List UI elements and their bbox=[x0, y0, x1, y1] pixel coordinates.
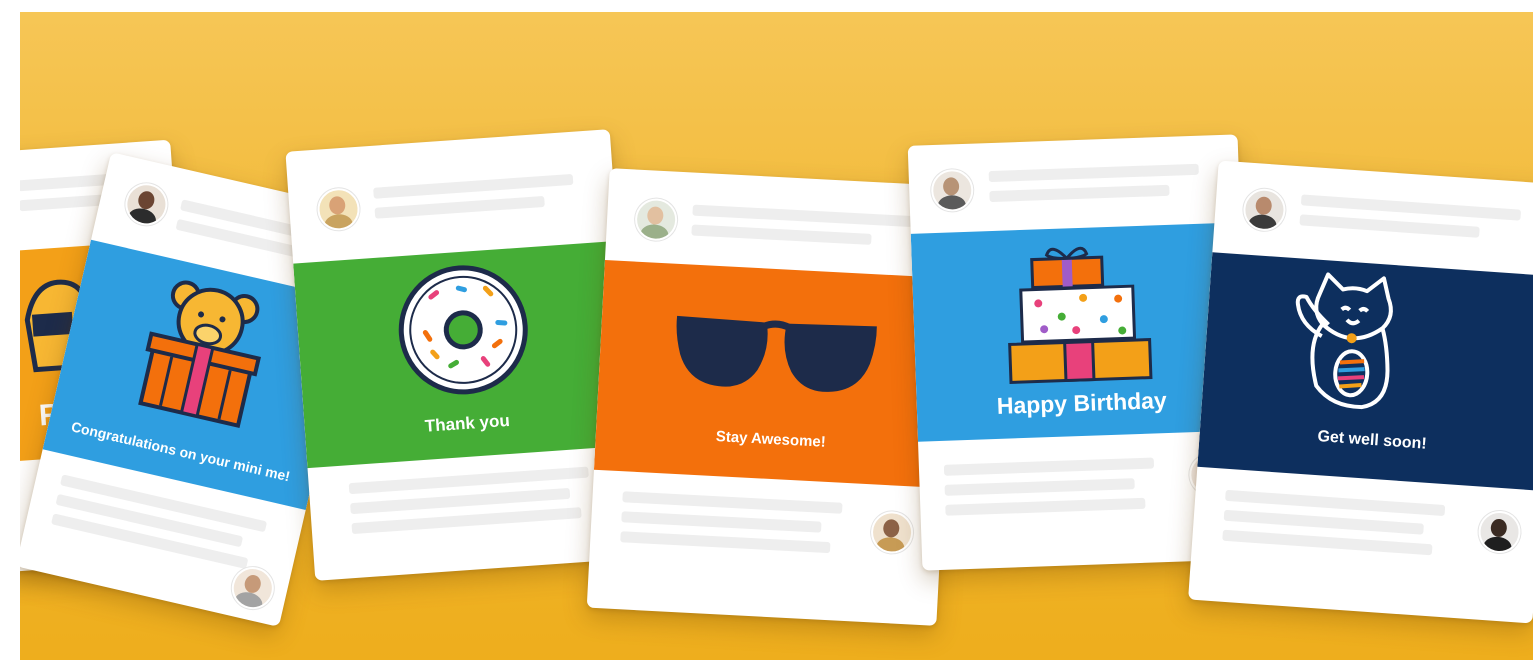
card-message: Stay Awesome! bbox=[715, 428, 827, 451]
avatar bbox=[634, 197, 679, 242]
lucky-cat-icon bbox=[1295, 272, 1393, 410]
card-band: Happy Birthday bbox=[910, 222, 1248, 442]
card-band: Thank you bbox=[293, 240, 632, 469]
placeholder-line bbox=[988, 163, 1199, 183]
placeholder-line bbox=[943, 457, 1155, 476]
card-message: Get well soon! bbox=[1316, 428, 1428, 453]
placeholder-line bbox=[374, 195, 545, 219]
card-thank-you: Thank you bbox=[285, 129, 640, 581]
card-message: Congratulations on your mini me! bbox=[69, 418, 292, 485]
placeholder-line bbox=[692, 204, 913, 228]
avatar bbox=[121, 179, 172, 230]
placeholder-line bbox=[989, 184, 1170, 203]
placeholder-line bbox=[622, 491, 843, 514]
teddy-bear-gift-icon bbox=[138, 280, 261, 428]
avatar bbox=[1242, 187, 1287, 233]
avatar bbox=[1477, 509, 1522, 555]
placeholder-line bbox=[1299, 214, 1480, 238]
card-band: Stay Awesome! bbox=[593, 260, 955, 489]
card-message: Happy Birthday bbox=[996, 387, 1168, 419]
sunglasses-icon bbox=[676, 315, 877, 392]
placeholder-line bbox=[945, 497, 1146, 516]
placeholder-line bbox=[691, 224, 872, 245]
placeholder-line bbox=[373, 173, 574, 199]
avatar bbox=[227, 562, 278, 614]
placeholder-line bbox=[620, 531, 831, 554]
avatar bbox=[870, 510, 915, 555]
avatar bbox=[316, 186, 361, 232]
donut-icon bbox=[398, 265, 528, 395]
hero-banner: R Congratulations on your mini me! bbox=[20, 12, 1533, 660]
card-message: Thank you bbox=[424, 410, 511, 436]
placeholder-line bbox=[621, 511, 822, 533]
stacked-gifts-icon bbox=[1008, 246, 1153, 384]
avatar bbox=[930, 168, 974, 213]
placeholder-line bbox=[1222, 529, 1433, 556]
card-stay-awesome: Stay Awesome! bbox=[586, 168, 960, 626]
placeholder-line bbox=[944, 478, 1135, 496]
card-get-well-soon: Get well soon! bbox=[1188, 160, 1533, 624]
card-band: Get well soon! bbox=[1197, 252, 1533, 491]
